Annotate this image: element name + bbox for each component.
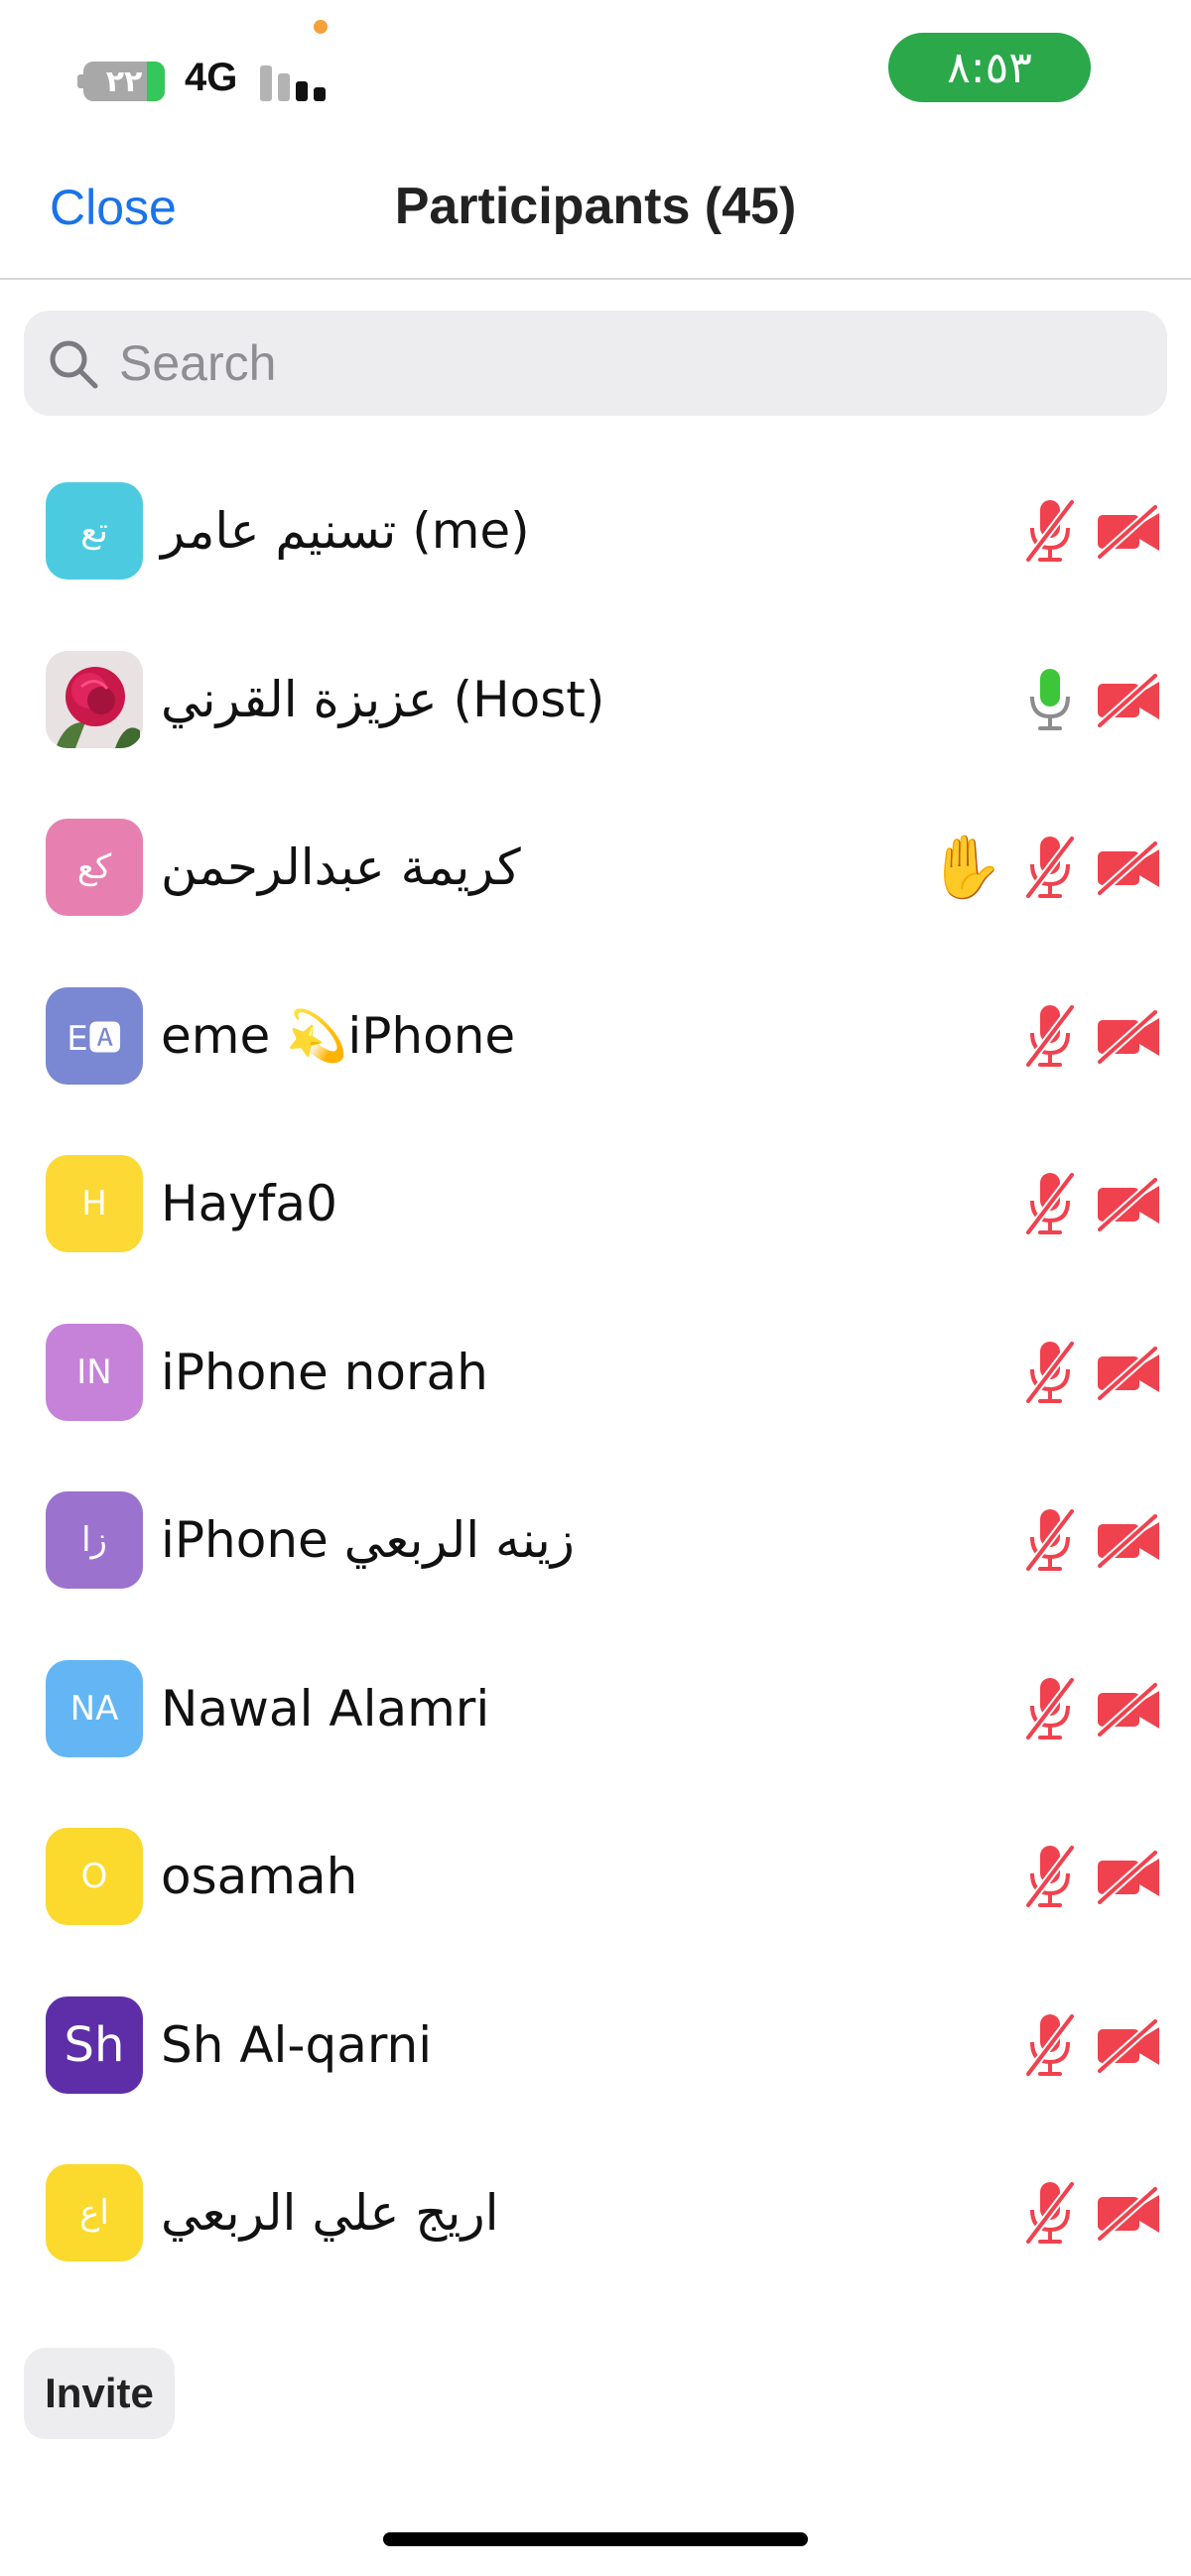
participant-name: اريج علي الربعي: [161, 2184, 499, 2242]
page-title: Participants (45): [394, 178, 797, 235]
participant-name: Hayfa0: [161, 1175, 337, 1232]
avatar: [46, 650, 143, 748]
video-off-icon[interactable]: [1096, 839, 1161, 895]
mic-muted-icon[interactable]: [1022, 1507, 1078, 1573]
mic-muted-icon[interactable]: [1022, 1676, 1078, 1741]
avatar: كع: [46, 819, 143, 916]
participant-status-icons: [1022, 2180, 1161, 2246]
participant-status-icons: [1022, 1340, 1161, 1405]
invite-button[interactable]: Invite: [24, 2348, 175, 2439]
video-off-icon[interactable]: [1096, 1681, 1161, 1737]
search-icon: [50, 340, 98, 389]
privacy-indicator-dot: [314, 20, 328, 34]
mic-muted-icon[interactable]: [1022, 1844, 1078, 1909]
video-off-icon[interactable]: [1096, 2185, 1161, 2241]
mic-on-icon[interactable]: [1022, 667, 1078, 732]
mic-muted-icon[interactable]: [1022, 1340, 1078, 1405]
participants-header: Close Participants (45): [0, 139, 1191, 280]
participant-status-icons: [1022, 2012, 1161, 2078]
mic-muted-icon[interactable]: [1022, 1171, 1078, 1236]
participant-name: eme 💫iPhone: [161, 1006, 516, 1065]
status-bar: ٢٢ 4G ٨:٥٣: [0, 0, 1191, 139]
avatar: زا: [46, 1491, 143, 1589]
avatar: اع: [46, 2164, 143, 2261]
participant-name: كريمة عبدالرحمن: [161, 838, 521, 896]
avatar: تع: [46, 482, 143, 580]
participant-name: عزيزة القرني (Host): [161, 670, 605, 728]
signal-strength-icon: [260, 62, 326, 101]
avatar: E🅰: [46, 986, 143, 1085]
battery-level: ٢٢: [105, 64, 143, 99]
mic-muted-icon[interactable]: [1022, 2012, 1078, 2078]
avatar: H: [46, 1155, 143, 1252]
participant-status-icons: [1022, 1003, 1161, 1069]
video-off-icon[interactable]: [1096, 1849, 1161, 1904]
battery-icon: ٢٢: [83, 62, 165, 101]
participant-row[interactable]: كع كريمة عبدالرحمن ✋: [0, 769, 1191, 938]
participant-name: تسنيم عامر (me): [161, 502, 530, 560]
video-off-icon[interactable]: [1096, 1512, 1161, 1568]
participant-row[interactable]: E🅰 eme 💫iPhone: [0, 938, 1191, 1106]
video-off-icon[interactable]: [1096, 1008, 1161, 1064]
participant-status-icons: [1022, 1171, 1161, 1236]
participant-name: iPhone norah: [161, 1343, 488, 1401]
video-off-icon[interactable]: [1096, 672, 1161, 727]
mic-muted-icon[interactable]: [1022, 498, 1078, 564]
participant-status-icons: [1022, 1676, 1161, 1741]
search-bar[interactable]: [24, 311, 1167, 416]
mic-muted-icon[interactable]: [1022, 835, 1078, 900]
participant-status-icons: [1022, 667, 1161, 732]
avatar: NA: [46, 1659, 143, 1757]
avatar: Sh: [46, 1996, 143, 2094]
video-off-icon[interactable]: [1096, 503, 1161, 559]
home-indicator[interactable]: [383, 2532, 808, 2546]
participant-name: Sh Al-qarni: [161, 2015, 433, 2074]
participant-row[interactable]: Oosamah: [0, 1778, 1191, 1947]
participant-status-icons: [1022, 1507, 1161, 1573]
participant-row[interactable]: زا iPhone زينه الربعي: [0, 1442, 1191, 1610]
participant-row[interactable]: تع تسنيم عامر (me): [0, 433, 1191, 601]
video-off-icon[interactable]: [1096, 1345, 1161, 1400]
search-input[interactable]: [119, 311, 1141, 416]
participant-row[interactable]: H Hayfa0: [0, 1105, 1191, 1274]
participant-row[interactable]: IN iPhone norah: [0, 1274, 1191, 1443]
status-time[interactable]: ٨:٥٣: [888, 33, 1091, 102]
participant-name: osamah: [161, 1848, 358, 1905]
mic-muted-icon[interactable]: [1022, 2180, 1078, 2246]
avatar: O: [46, 1828, 143, 1925]
mic-muted-icon[interactable]: [1022, 1003, 1078, 1069]
participant-row[interactable]: اع اريج علي الربعي: [0, 2115, 1191, 2283]
rose-photo-icon: [46, 650, 143, 748]
participant-row[interactable]: NA Nawal Alamri: [0, 1610, 1191, 1779]
avatar: IN: [46, 1323, 143, 1421]
participant-status-icons: [1022, 1844, 1161, 1909]
participant-list: تع تسنيم عامر (me) عزيزة القرني (Host) كع كر…: [0, 433, 1191, 2283]
video-off-icon[interactable]: [1096, 2017, 1161, 2073]
participant-status-icons: ✋: [928, 831, 1161, 903]
participant-status-icons: [1022, 498, 1161, 564]
participant-name: Nawal Alamri: [161, 1679, 490, 1738]
participant-name: iPhone زينه الربعي: [161, 1511, 575, 1569]
video-off-icon[interactable]: [1096, 1176, 1161, 1231]
participant-row[interactable]: عزيزة القرني (Host): [0, 601, 1191, 770]
raised-hand-icon: ✋: [927, 831, 1004, 903]
network-type: 4G: [185, 56, 238, 99]
participant-row[interactable]: Sh Sh Al-qarni: [0, 1947, 1191, 2116]
